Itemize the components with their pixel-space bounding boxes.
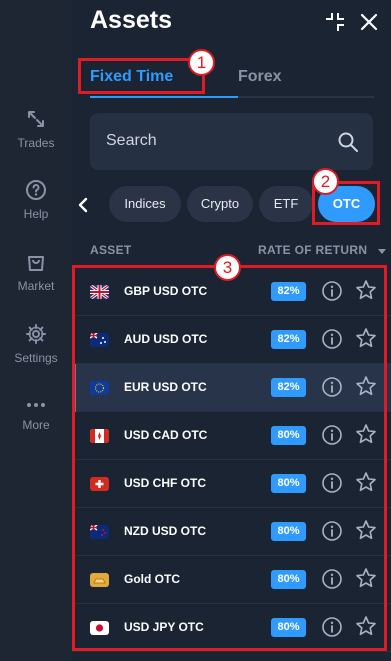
sort-down-icon (377, 248, 386, 254)
sidebar-item-settings[interactable]: Settings (0, 323, 72, 365)
collapse-icon[interactable] (324, 11, 346, 33)
search-input[interactable]: Search (90, 113, 373, 170)
sidebar-item-market[interactable]: Market (0, 251, 72, 293)
trades-icon (28, 111, 44, 127)
sidebar-label: Settings (14, 351, 58, 365)
settings-icon (26, 324, 46, 344)
sidebar-label: More (22, 418, 50, 432)
column-header-rate[interactable]: RATE OF RETURN (258, 243, 387, 257)
sidebar-item-more[interactable]: More (0, 398, 72, 432)
column-header-rate-label: RATE OF RETURN (258, 243, 368, 257)
filter-chip-indices[interactable]: Indices (109, 186, 181, 222)
left-sidebar: Trades Help Market Settings More (0, 0, 72, 661)
annotation-marker-3: 3 (214, 254, 241, 281)
filter-chip-etf[interactable]: ETF (259, 186, 313, 222)
annotation-box-1 (78, 58, 205, 94)
annotation-marker-1: 1 (188, 49, 215, 76)
active-tab-indicator (90, 96, 238, 98)
sidebar-label: Help (23, 207, 49, 221)
filter-chip-crypto[interactable]: Crypto (187, 186, 253, 222)
annotation-marker-2: 2 (312, 168, 339, 195)
assets-panel: Assets Fixed Time Forex Search Indices C… (72, 0, 391, 661)
more-icon (27, 403, 45, 407)
sidebar-label: Trades (17, 136, 55, 150)
page-title: Assets (90, 6, 172, 34)
annotation-box-3 (72, 265, 387, 651)
chevron-left-icon[interactable] (76, 195, 90, 215)
sidebar-item-help[interactable]: Help (0, 179, 72, 221)
search-placeholder: Search (106, 132, 157, 149)
column-header-asset: ASSET (90, 243, 132, 257)
sidebar-item-trades[interactable]: Trades (0, 108, 72, 150)
close-icon[interactable] (358, 11, 380, 33)
help-icon (26, 180, 46, 200)
tab-forex[interactable]: Forex (238, 68, 282, 86)
sidebar-label: Market (17, 279, 55, 293)
market-icon (28, 256, 44, 271)
search-icon[interactable] (337, 131, 359, 153)
